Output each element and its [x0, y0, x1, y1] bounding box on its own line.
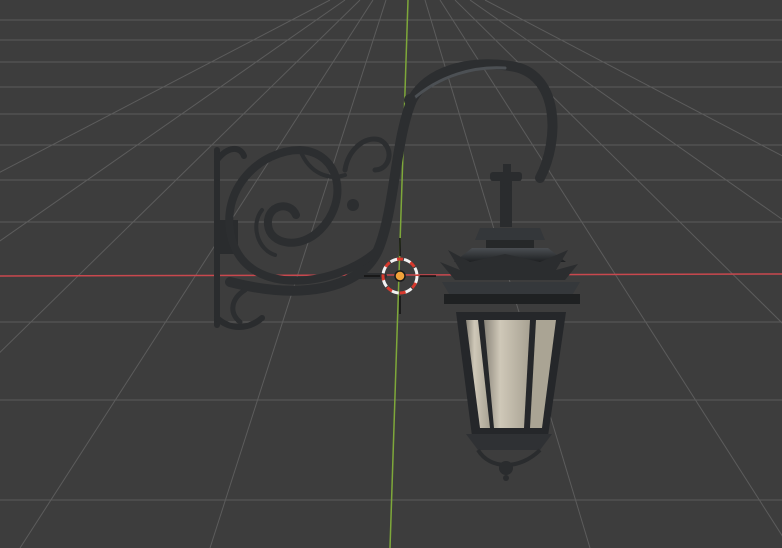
3d-viewport[interactable] [0, 0, 782, 548]
wall-bracket[interactable] [214, 146, 265, 330]
viewport-canvas[interactable] [0, 0, 782, 548]
object-origin-icon[interactable] [394, 270, 406, 282]
lantern-head[interactable] [440, 228, 580, 481]
x-axis-line [0, 273, 782, 277]
hanging-rod[interactable] [490, 164, 522, 227]
